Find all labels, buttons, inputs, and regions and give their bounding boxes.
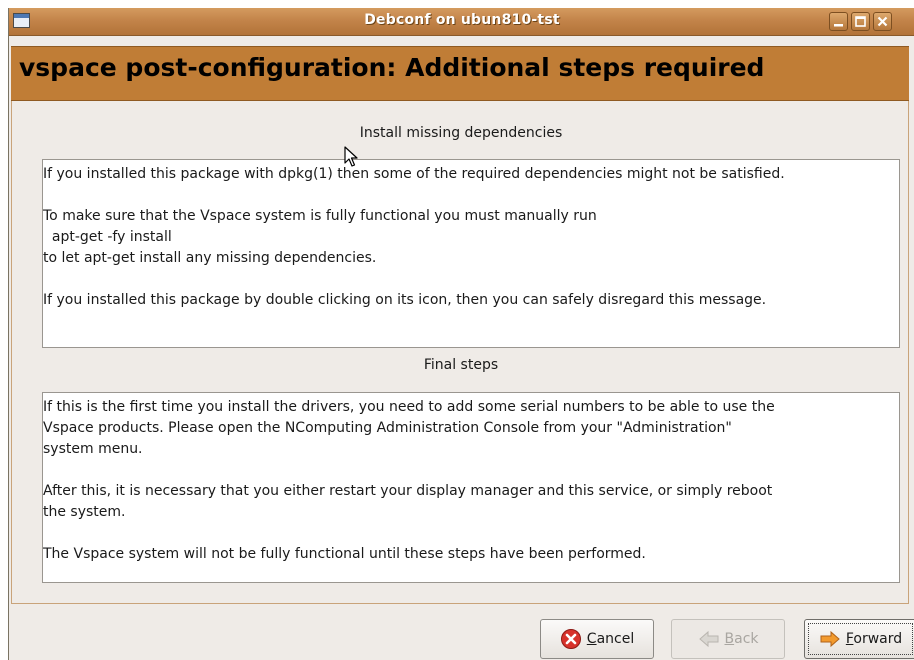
text-line: system menu. [43,441,143,457]
text-line-blank [43,460,899,481]
cancel-button[interactable]: Cancel [540,619,654,659]
minimize-button[interactable] [829,12,848,31]
forward-label: Forward [845,631,903,647]
forward-arrow-icon [820,630,840,648]
text-line-blank [43,185,899,206]
final-steps-text-box[interactable]: If this is the first time you install th… [42,392,900,583]
close-button[interactable] [873,12,892,31]
content-area: Install missing dependencies If you inst… [11,101,909,604]
cancel-label: Cancel [586,631,635,647]
section-label-dependencies: Install missing dependencies [359,125,563,141]
back-arrow-icon [698,630,718,648]
mouse-pointer-icon [344,146,358,167]
banner-title: vspace post-configuration: Additional st… [19,53,765,82]
maximize-icon [855,16,866,27]
minimize-icon [834,24,843,27]
text-line: If this is the first time you install th… [43,399,775,415]
text-line: apt-get -fy install [43,229,172,245]
forward-button[interactable]: Forward [804,619,914,659]
close-icon [877,16,888,27]
text-line: The Vspace system will not be fully func… [43,546,646,562]
title-bar[interactable]: Debconf on ubun810-tst [9,8,914,36]
dependencies-text-box[interactable]: If you installed this package with dpkg(… [42,159,900,348]
text-line: the system. [43,504,126,520]
cancel-icon [560,629,581,649]
window-title: Debconf on ubun810-tst [364,12,560,28]
text-line: If you installed this package by double … [43,292,767,308]
text-line: To make sure that the Vspace system is f… [43,208,597,224]
text-line: Vspace products. Please open the NComput… [43,420,732,436]
maximize-button[interactable] [851,12,870,31]
back-button[interactable]: Back [671,619,785,659]
text-line-blank [43,269,899,290]
debconf-window: Debconf on ubun810-tst vspace post-confi… [8,8,914,660]
text-line-blank [43,523,899,544]
text-line: After this, it is necessary that you eit… [43,483,773,499]
section-label-final-steps: Final steps [423,357,499,373]
header-banner: vspace post-configuration: Additional st… [11,46,909,101]
text-line: If you installed this package with dpkg(… [43,166,785,182]
back-label: Back [724,631,759,647]
text-line: to let apt-get install any missing depen… [43,250,377,266]
